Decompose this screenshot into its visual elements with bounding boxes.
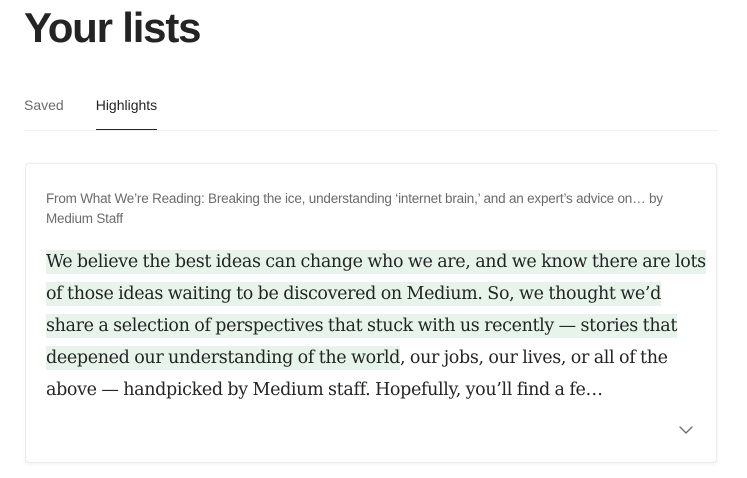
tab-saved[interactable]: Saved xyxy=(24,88,64,129)
highlight-source[interactable]: From What We’re Reading: Breaking the ic… xyxy=(46,189,701,229)
chevron-down-icon[interactable] xyxy=(678,422,694,438)
page-title: Your lists xyxy=(24,4,201,51)
highlight-card[interactable]: From What We’re Reading: Breaking the ic… xyxy=(25,163,717,463)
highlight-quote: We believe the best ideas can change who… xyxy=(46,246,706,406)
tab-highlights[interactable]: Highlights xyxy=(95,88,158,130)
list-tabs: Saved Highlights xyxy=(24,88,718,131)
